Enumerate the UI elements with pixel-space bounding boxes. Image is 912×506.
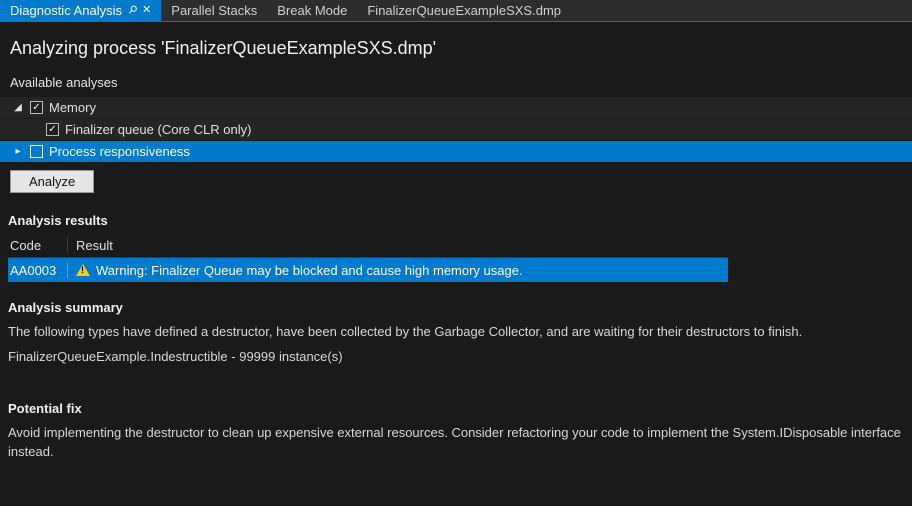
available-analyses-label: Available analyses [0,71,912,96]
chevron-right-icon[interactable]: ▸ [12,146,24,158]
tree-item-label: Process responsiveness [49,144,190,159]
checkbox-responsiveness[interactable] [30,145,43,158]
checkbox-memory[interactable] [30,101,43,114]
tab-label: Diagnostic Analysis [10,3,122,18]
tree-item-label: Finalizer queue (Core CLR only) [65,122,251,137]
col-header-result-label: Result [76,238,113,253]
analysis-results-heading: Analysis results [0,205,912,234]
results-header-row: Code Result [8,234,728,258]
tab-label: FinalizerQueueExampleSXS.dmp [367,3,561,18]
tree-item-finalizer-queue[interactable]: Finalizer queue (Core CLR only) [0,118,912,140]
result-code: AA0003 [8,263,68,278]
potential-fix-heading: Potential fix [0,393,912,422]
analysis-summary-heading: Analysis summary [0,292,912,321]
analyze-button[interactable]: Analyze [10,170,94,193]
pin-icon[interactable]: ⚲ [125,4,138,17]
summary-line-1: The following types have defined a destr… [0,321,912,346]
result-cell: Warning: Finalizer Queue may be blocked … [68,263,728,278]
results-table: Code Result AA0003 Warning: Finalizer Qu… [8,234,728,282]
page-title: Analyzing process 'FinalizerQueueExample… [0,22,912,71]
tree-item-memory[interactable]: ◢ Memory [0,96,912,118]
col-header-result[interactable]: Result [68,238,728,253]
tab-dump-file[interactable]: FinalizerQueueExampleSXS.dmp [357,0,571,21]
tab-parallel-stacks[interactable]: Parallel Stacks [161,0,267,21]
col-header-code[interactable]: Code [8,238,68,253]
tab-label: Parallel Stacks [171,3,257,18]
warning-icon [76,264,90,276]
results-row[interactable]: AA0003 Warning: Finalizer Queue may be b… [8,258,728,282]
tree-item-process-responsiveness[interactable]: ▸ Process responsiveness [0,140,912,162]
tree-item-label: Memory [49,100,96,115]
close-icon[interactable]: ✕ [142,5,151,16]
result-text: Warning: Finalizer Queue may be blocked … [96,263,523,278]
summary-line-2: FinalizerQueueExample.Indestructible - 9… [0,346,912,371]
tab-strip: Diagnostic Analysis ⚲ ✕ Parallel Stacks … [0,0,912,22]
potential-fix-text: Avoid implementing the destructor to cle… [0,422,912,466]
tab-diagnostic-analysis[interactable]: Diagnostic Analysis ⚲ ✕ [0,0,161,21]
tab-break-mode[interactable]: Break Mode [267,0,357,21]
chevron-down-icon[interactable]: ◢ [12,102,24,114]
tab-label: Break Mode [277,3,347,18]
analyze-bar: Analyze [0,162,912,205]
analyses-tree: ◢ Memory Finalizer queue (Core CLR only)… [0,96,912,162]
checkbox-finalizer[interactable] [46,123,59,136]
